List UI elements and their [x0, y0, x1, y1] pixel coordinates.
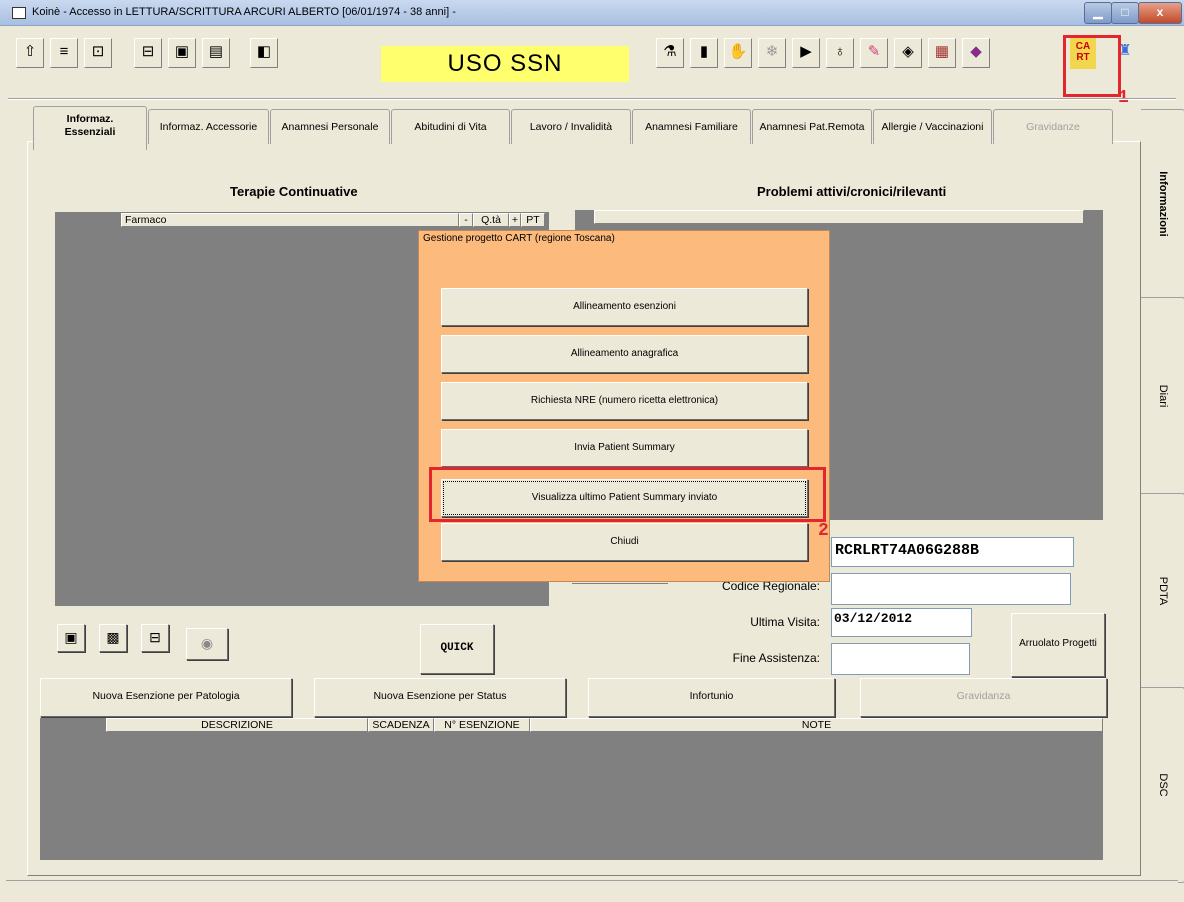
nuova-esenzione-patologia-button[interactable]: Nuova Esenzione per Patologia: [40, 678, 292, 717]
tab-allergie-vaccinazioni[interactable]: Allergie / Vaccinazioni: [873, 109, 992, 144]
infortunio-button[interactable]: Infortunio: [588, 678, 835, 717]
ultima-visita-field[interactable]: 03/12/2012: [831, 608, 972, 637]
annotation-badge-2: 2: [818, 521, 829, 541]
pill-icon[interactable]: ◉: [186, 628, 228, 660]
tab-abitudini-di-vita[interactable]: Abitudini di Vita: [391, 109, 510, 144]
invia-patient-summary-button[interactable]: Invia Patient Summary: [441, 429, 808, 467]
problemi-heading: Problemi attivi/cronici/rilevanti: [757, 184, 947, 199]
highlight-cart: [1063, 35, 1121, 97]
nuova-esenzione-status-button[interactable]: Nuova Esenzione per Status: [314, 678, 566, 717]
monitor-icon[interactable]: ▶: [792, 38, 820, 68]
codice-fiscale-field[interactable]: RCRLRT74A06G288B: [831, 537, 1074, 567]
side-tab-informazioni[interactable]: Informazioni: [1141, 109, 1184, 299]
tab-lavoro-invalidita[interactable]: Lavoro / Invalidità: [511, 109, 631, 144]
window-title: Koinè - Accesso in LETTURA/SCRITTURA ARC…: [32, 6, 456, 18]
fine-assistenza-label: Fine Assistenza:: [732, 651, 820, 665]
database-icon[interactable]: ◧: [250, 38, 278, 68]
close-button[interactable]: x: [1138, 2, 1182, 24]
minimize-button[interactable]: ▁: [1084, 2, 1112, 24]
eye-icon[interactable]: ◈: [894, 38, 922, 68]
snowflake-icon[interactable]: ❄: [758, 38, 786, 68]
up-arrow-icon[interactable]: ⇧: [16, 38, 44, 68]
esenzioni-row-header: [40, 718, 106, 732]
richiesta-nre-button[interactable]: Richiesta NRE (numero ricetta elettronic…: [441, 382, 808, 420]
injection-icon[interactable]: ✎: [860, 38, 888, 68]
col-n-esenzione[interactable]: N° ESENZIONE: [434, 718, 530, 732]
side-tab-pdta[interactable]: PDTA: [1141, 493, 1184, 689]
col-qta[interactable]: Q.tà: [473, 213, 509, 227]
col-pt[interactable]: PT: [521, 213, 545, 227]
terapie-row-header: [55, 213, 121, 227]
export-icon[interactable]: ⊡: [84, 38, 112, 68]
fine-assistenza-field[interactable]: [831, 643, 970, 675]
col-note[interactable]: NOTE: [530, 718, 1103, 732]
arruolato-progetti-button[interactable]: Arruolato Progetti: [1011, 613, 1105, 677]
app-icon: [12, 7, 26, 19]
maximize-button[interactable]: □: [1111, 2, 1139, 24]
document-icon[interactable]: ▤: [202, 38, 230, 68]
uso-ssn-label: USO SSN: [381, 46, 629, 82]
stethoscope-icon[interactable]: ♁: [826, 38, 854, 68]
side-tab-dsc[interactable]: DSC: [1141, 687, 1184, 883]
side-tab-diari[interactable]: Diari: [1141, 297, 1184, 495]
print-preview-icon[interactable]: ▩: [99, 624, 127, 652]
col-scadenza[interactable]: SCADENZA: [368, 718, 434, 732]
handshake-icon[interactable]: ✋: [724, 38, 752, 68]
divider: [572, 583, 668, 585]
gift-icon[interactable]: ▦: [928, 38, 956, 68]
bottles-icon[interactable]: ▮: [690, 38, 718, 68]
ultima-visita-label: Ultima Visita:: [750, 615, 820, 629]
terapie-heading: Terapie Continuative: [230, 184, 358, 199]
tab-anamnesi-familiare[interactable]: Anamnesi Familiare: [632, 109, 751, 144]
codice-regionale-field[interactable]: [831, 573, 1071, 605]
col-descrizione[interactable]: DESCRIZIONE: [106, 718, 368, 732]
tab-informaz-essenziali[interactable]: Informaz. Essenziali: [33, 106, 147, 150]
quick-button[interactable]: QUICK: [420, 624, 494, 674]
col-minus[interactable]: -: [459, 213, 473, 227]
toolbar: ⇧ ≡ ⊡ ⊟ ▣ ▤ ◧ USO SSN ⚗ ▮ ✋ ❄ ▶ ♁ ✎ ◈ ▦ …: [8, 28, 1178, 98]
printer-icon[interactable]: ⊟: [141, 624, 169, 652]
save-disk-icon[interactable]: ▣: [168, 38, 196, 68]
chiudi-button[interactable]: Chiudi: [441, 523, 808, 561]
list-icon[interactable]: ≡: [50, 38, 78, 68]
allineamento-anagrafica-button[interactable]: Allineamento anagrafica: [441, 335, 808, 373]
tab-gravidanze[interactable]: Gravidanze: [993, 109, 1113, 144]
tab-informaz-accessorie[interactable]: Informaz. Accessorie: [148, 109, 269, 144]
toolbar-separator: [8, 98, 1176, 100]
save-disk-icon[interactable]: ▣: [57, 624, 85, 652]
highlight-visualizza: [429, 467, 826, 522]
gravidanza-button[interactable]: Gravidanza: [860, 678, 1107, 717]
col-plus[interactable]: +: [509, 213, 521, 227]
title-bar: Koinè - Accesso in LETTURA/SCRITTURA ARC…: [0, 0, 1184, 26]
col-farmaco[interactable]: Farmaco: [121, 213, 459, 227]
book-icon[interactable]: ◆: [962, 38, 990, 68]
status-bar: [6, 880, 1178, 900]
cart-dialog: Gestione progetto CART (regione Toscana)…: [418, 230, 830, 582]
dialog-title: Gestione progetto CART (regione Toscana): [423, 233, 615, 244]
pills-icon[interactable]: ⚗: [656, 38, 684, 68]
tab-anamnesi-pat-remota[interactable]: Anamnesi Pat.Remota: [752, 109, 872, 144]
allineamento-esenzioni-button[interactable]: Allineamento esenzioni: [441, 288, 808, 326]
problemi-header: [594, 210, 1084, 224]
print-drawer-icon[interactable]: ⊟: [134, 38, 162, 68]
tab-anamnesi-personale[interactable]: Anamnesi Personale: [270, 109, 390, 144]
esenzioni-table[interactable]: [40, 718, 1103, 860]
